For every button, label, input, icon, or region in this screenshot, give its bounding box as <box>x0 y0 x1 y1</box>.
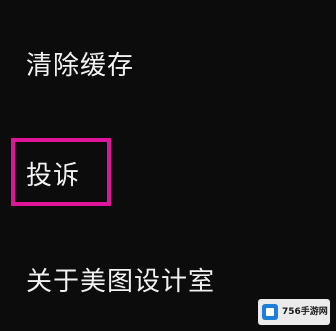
menu-item-clear-cache[interactable]: 清除缓存 <box>26 51 134 81</box>
logo-icon <box>262 304 278 320</box>
highlight-box <box>11 138 111 206</box>
menu-item-about[interactable]: 关于美图设计室 <box>26 267 215 297</box>
watermark: 756手游网 <box>258 299 330 325</box>
watermark-text: 756手游网 <box>282 307 328 317</box>
